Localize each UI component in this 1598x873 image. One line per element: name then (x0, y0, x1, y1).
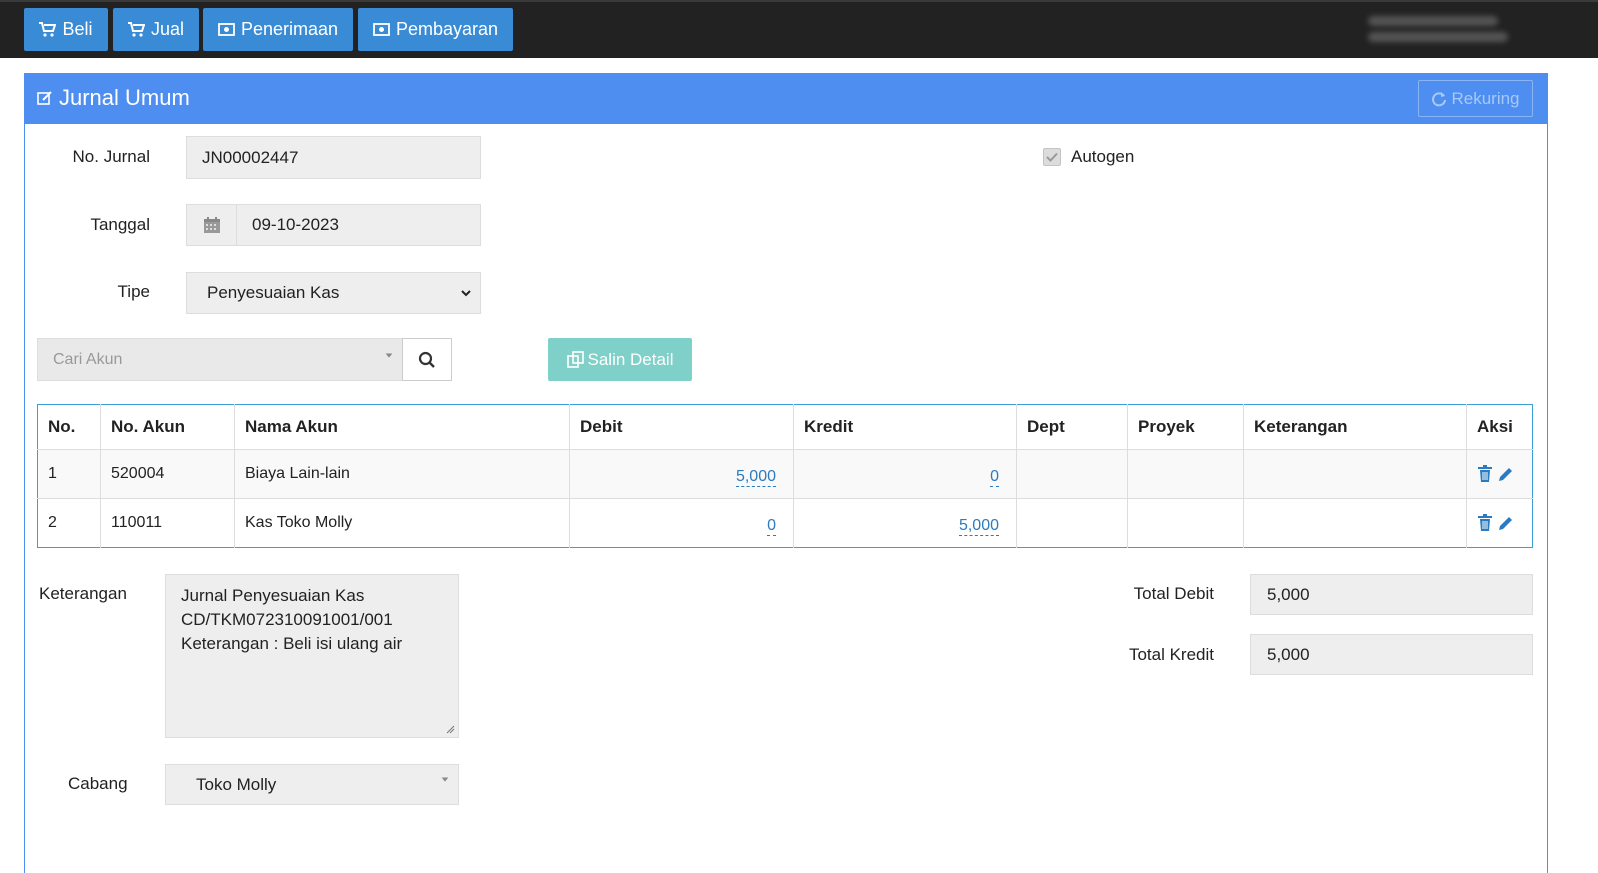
kredit-editable[interactable]: 0 (990, 468, 999, 487)
kredit-editable[interactable]: 5,000 (958, 517, 999, 536)
table-header-row: No. No. Akun Nama Akun Debit Kredit Dept… (37, 404, 1533, 450)
salin-detail-button[interactable]: Salin Detail (548, 338, 692, 381)
total-debit-label: Total Debit (1133, 584, 1214, 603)
resize-grip-icon[interactable] (446, 725, 455, 734)
rekuring-button[interactable]: Rekuring (1418, 80, 1533, 117)
jurnal-detail-table: No. No. Akun Nama Akun Debit Kredit Dept… (37, 404, 1533, 548)
row-no: 1 (37, 449, 101, 499)
pembayaran-label: Pembayaran (395, 19, 499, 39)
autogen-label: Autogen (1071, 147, 1135, 166)
tanggal-value: 09-10-2023 (252, 215, 339, 234)
row-dept (1016, 498, 1128, 548)
beli-button[interactable]: Beli (24, 8, 108, 51)
caret-down-icon (441, 777, 449, 782)
col-no-akun: No. Akun (100, 404, 235, 450)
caret-down-icon (385, 353, 393, 358)
cabang-label: Cabang (68, 774, 128, 793)
no-jurnal-value: JN00002447 (202, 147, 299, 167)
money-icon (218, 23, 235, 36)
no-jurnal-label: No. Jurnal (72, 147, 150, 166)
money-icon (373, 23, 390, 36)
row-actions (1477, 465, 1532, 483)
penerimaan-label: Penerimaan (240, 19, 339, 39)
beli-label: Beli (62, 19, 93, 39)
col-dept: Dept (1016, 404, 1128, 450)
row-actions (1477, 514, 1532, 532)
panel-header: Jurnal Umum Rekuring (25, 74, 1547, 124)
row-keterangan (1243, 449, 1467, 499)
row-no-akun: 520004 (100, 449, 235, 499)
trash-icon[interactable] (1477, 514, 1493, 532)
row-proyek (1127, 498, 1244, 548)
edit-icon (37, 91, 52, 105)
row-no: 2 (37, 498, 101, 548)
copy-icon (566, 351, 584, 368)
row-nama-akun: Kas Toko Molly (234, 498, 570, 548)
tipe-select[interactable]: Penyesuaian Kas (186, 272, 481, 314)
cart-icon (127, 22, 145, 37)
jual-label: Jual (150, 19, 185, 39)
rekuring-label: Rekuring (1451, 88, 1520, 108)
debit-editable[interactable]: 0 (767, 517, 776, 536)
tanggal-field[interactable]: 09-10-2023 (186, 204, 481, 246)
user-info-blurred[interactable] (1358, 10, 1518, 50)
total-kredit-label: Total Kredit (1128, 645, 1214, 664)
cabang-select[interactable]: Toko Molly (165, 764, 459, 805)
keterangan-line: Jurnal Penyesuaian Kas (181, 586, 365, 605)
col-no: No. (37, 404, 101, 450)
tipe-label: Tipe (117, 282, 150, 301)
keterangan-line: CD/TKM072310091001/001 (181, 610, 393, 629)
col-debit: Debit (569, 404, 794, 450)
cart-icon (39, 22, 57, 37)
row-keterangan (1243, 498, 1467, 548)
cari-akun-select[interactable]: Cari Akun (37, 338, 403, 381)
table-row: 1 520004 Biaya Lain-lain 5,000 0 (37, 449, 1533, 499)
page-title: Jurnal Umum (37, 85, 190, 111)
col-nama-akun: Nama Akun (234, 404, 570, 450)
keterangan-line: Keterangan : Beli isi ulang air (181, 634, 403, 653)
pencil-icon[interactable] (1497, 465, 1513, 483)
row-proyek (1127, 449, 1244, 499)
page-title-text: Jurnal Umum (59, 85, 190, 110)
table-row: 2 110011 Kas Toko Molly 0 5,000 (37, 498, 1533, 548)
row-no-akun: 110011 (100, 498, 235, 548)
col-kredit: Kredit (793, 404, 1017, 450)
calendar-addon[interactable] (187, 205, 237, 245)
chevron-down-icon (461, 290, 471, 297)
check-icon (1046, 152, 1058, 162)
cabang-value: Toko Molly (196, 774, 277, 794)
row-nama-akun: Biaya Lain-lain (234, 449, 570, 499)
total-kredit-field: 5,000 (1250, 634, 1533, 675)
pembayaran-button[interactable]: Pembayaran (358, 8, 513, 51)
search-button[interactable] (402, 338, 452, 381)
jual-button[interactable]: Jual (113, 8, 199, 51)
pencil-icon[interactable] (1497, 514, 1513, 532)
total-debit-value: 5,000 (1267, 584, 1310, 604)
top-navbar: Beli Jual Penerimaan Pembayaran (0, 0, 1598, 58)
keterangan-label: Keterangan (39, 584, 127, 603)
col-aksi: Aksi (1466, 404, 1533, 450)
debit-editable[interactable]: 5,000 (735, 468, 776, 487)
calendar-icon (203, 217, 220, 233)
penerimaan-button[interactable]: Penerimaan (203, 8, 353, 51)
col-proyek: Proyek (1127, 404, 1244, 450)
refresh-icon (1432, 91, 1447, 106)
tanggal-label: Tanggal (90, 215, 150, 234)
no-jurnal-field[interactable]: JN00002447 (186, 136, 481, 179)
autogen-checkbox[interactable] (1043, 148, 1061, 166)
total-debit-field: 5,000 (1250, 574, 1533, 615)
salin-detail-label: Salin Detail (587, 349, 674, 369)
trash-icon[interactable] (1477, 465, 1493, 483)
row-dept (1016, 449, 1128, 499)
total-kredit-value: 5,000 (1267, 644, 1310, 664)
tipe-value: Penyesuaian Kas (207, 283, 340, 302)
cari-akun-placeholder: Cari Akun (53, 350, 123, 368)
keterangan-textarea[interactable]: Jurnal Penyesuaian Kas CD/TKM07231009100… (165, 574, 459, 738)
col-keterangan: Keterangan (1243, 404, 1467, 450)
search-icon (418, 351, 435, 368)
